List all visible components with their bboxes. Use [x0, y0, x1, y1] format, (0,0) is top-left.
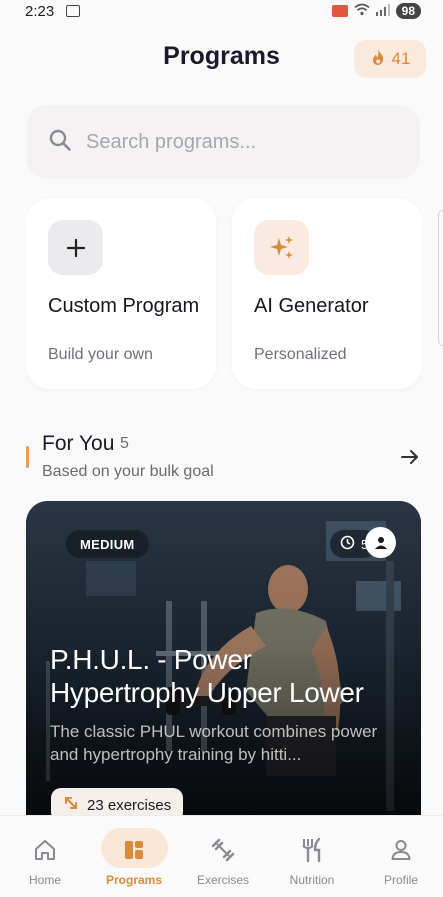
section-title: For You: [42, 432, 115, 455]
status-icons: 98: [331, 3, 421, 19]
card-title: Custom Program: [48, 295, 200, 317]
nav-label: Exercises: [196, 873, 249, 887]
home-icon: [31, 836, 59, 864]
search-icon: [48, 128, 72, 157]
program-card[interactable]: MEDIUM 5 P.H.U.L. - Power Hypertrophy Up…: [26, 501, 421, 831]
nav-label: Home: [28, 873, 61, 887]
nav-exercises[interactable]: Exercises: [179, 816, 267, 897]
card-title: AI Generator: [254, 295, 369, 317]
person-icon: [387, 836, 415, 864]
section-subtitle: Based on your bulk goal: [42, 463, 214, 480]
status-bar: 2:23 98: [0, 0, 443, 24]
nav-home[interactable]: Home: [1, 816, 89, 897]
nav-label: Nutrition: [289, 873, 335, 887]
resize-icon: [63, 795, 79, 815]
battery-indicator: 98: [395, 3, 421, 19]
fork-knife-icon: [298, 836, 326, 864]
program-title: P.H.U.L. - Power Hypertrophy Upper Lower: [50, 644, 364, 708]
search-input[interactable]: [86, 130, 386, 154]
signal-icon: [375, 3, 390, 19]
status-time: 2:23: [25, 3, 55, 20]
exercise-count: 23 exercises: [87, 796, 172, 814]
author-avatar[interactable]: [365, 527, 396, 558]
bottom-nav: Home Programs Exercises Nutrition Profil…: [0, 815, 443, 897]
flame-icon: [370, 48, 386, 71]
card-subtitle: Personalized: [254, 346, 347, 363]
section-count: 5: [120, 435, 129, 452]
ai-generator-card[interactable]: AI Generator Personalized: [232, 198, 422, 389]
clock-icon: [340, 535, 355, 553]
wifi-icon: [354, 3, 370, 19]
dumbbell-icon: [209, 836, 237, 864]
sparkle-icon: [254, 220, 309, 275]
streak-count: 41: [391, 49, 411, 68]
next-card-peek: [438, 210, 443, 346]
nav-nutrition[interactable]: Nutrition: [268, 816, 356, 897]
person-icon: [374, 536, 387, 549]
custom-program-card[interactable]: Custom Program Build your own: [26, 198, 216, 389]
nav-label: Programs: [105, 873, 163, 887]
card-subtitle: Build your own: [48, 346, 153, 363]
search-bar[interactable]: [26, 105, 420, 179]
difficulty-badge: MEDIUM: [66, 530, 149, 558]
nav-label: Profile: [383, 873, 418, 887]
nav-programs[interactable]: Programs: [90, 816, 178, 897]
program-description: The classic PHUL workout combines power …: [50, 722, 378, 764]
plus-icon: [48, 220, 103, 275]
section-accent-bar: [26, 446, 29, 468]
programs-icon: [120, 836, 148, 864]
screenshot-icon: [66, 5, 80, 17]
arrow-right-icon[interactable]: [396, 443, 424, 471]
screencast-icon: [331, 5, 348, 17]
nav-profile[interactable]: Profile: [357, 816, 443, 897]
streak-badge[interactable]: 41: [354, 40, 426, 78]
